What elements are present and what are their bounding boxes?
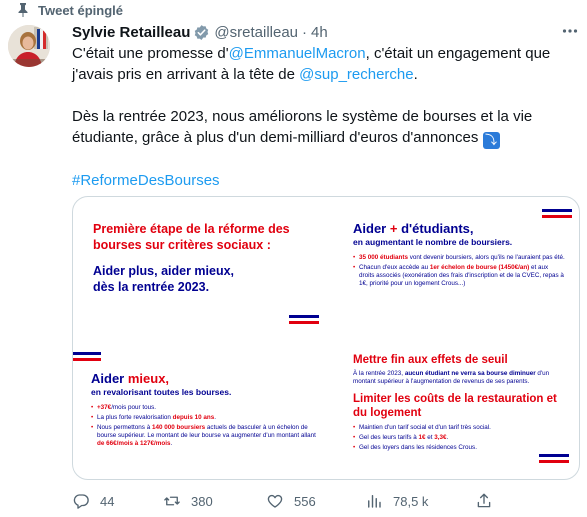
avatar-image — [8, 25, 50, 67]
like-icon — [267, 494, 283, 508]
tweet-text: C'était une promesse d'@EmmanuelMacron, … — [72, 43, 578, 191]
panel3-title-highlight: mieux, — [127, 371, 170, 386]
panel3-b3-text: . — [170, 440, 173, 447]
panel2-b1-highlight: 35 000 étudiants — [359, 254, 408, 261]
mention-link[interactable]: @sup_recherche — [299, 66, 413, 83]
tweet-text-segment: . — [413, 66, 418, 83]
retweet-button[interactable]: 380 — [163, 490, 213, 512]
flag-decoration — [539, 454, 569, 463]
tweet-paragraph-1: C'était une promesse d'@EmmanuelMacron, … — [72, 43, 578, 85]
panel4-body1: À la rentrée 2023, aucun étudiant ne ver… — [353, 370, 569, 386]
panel3-title-part: Aider — [91, 371, 125, 386]
list-item: Nous permettons à 140 000 boursiers actu… — [91, 424, 317, 448]
panel-more-students: Aider + d'étudiants, en augmentant le no… — [353, 221, 565, 290]
tweet-text-segment: C'était une promesse d' — [72, 45, 229, 62]
reply-icon — [73, 494, 89, 509]
panel3-b3-text: Nous permettons à — [97, 424, 152, 431]
panel2-title-plus: + — [389, 221, 398, 236]
retweet-count: 380 — [191, 493, 213, 509]
tweet-text-segment: Dès la rentrée 2023, nous améliorons le … — [72, 108, 533, 146]
share-button[interactable] — [475, 490, 503, 512]
panel3-b1-text: /mois pour tous. — [111, 404, 156, 411]
list-item: Gel des loyers dans les résidences Crous… — [353, 444, 569, 452]
panel3-b2-text: . — [214, 414, 217, 421]
panel-reform-intro: Première étape de la réforme des bourses… — [93, 221, 323, 295]
panel4-list: Maintien d'un tarif social et d'un tarif… — [353, 424, 569, 452]
tweet-time[interactable]: 4h — [311, 24, 328, 41]
share-icon — [477, 493, 491, 508]
panel-thresholds: Mettre fin aux effets de seuil À la rent… — [353, 353, 569, 454]
panel2-title-part: d'étudiants, — [401, 221, 474, 236]
list-item: +37€/mois pour tous. — [91, 404, 317, 412]
like-count: 556 — [294, 493, 316, 509]
list-item: 35 000 étudiants vont devenir boursiers,… — [353, 254, 565, 262]
pin-icon — [18, 3, 28, 17]
panel4-b2-text: Gel des leurs tarifs à — [359, 434, 419, 441]
panel3-b2-text: La plus forte revalorisation — [97, 414, 173, 421]
panel2-b1-text: vont devenir boursiers, alors qu'ils ne … — [408, 254, 565, 261]
retweet-icon — [164, 496, 180, 506]
panel3-b2-highlight: depuis 10 ans — [172, 414, 215, 421]
panel3-b1-highlight: +37€ — [97, 404, 112, 411]
panel3-subtitle: en revalorisant toutes les bourses. — [91, 387, 232, 397]
list-item: Maintien d'un tarif social et d'un tarif… — [353, 424, 569, 432]
views-button[interactable]: 78,5 k — [365, 490, 428, 512]
list-item: La plus forte revalorisation depuis 10 a… — [91, 414, 317, 422]
panel-help-better: Aider mieux, en revalorisant toutes les … — [91, 371, 317, 450]
panel4-body1-bold: aucun étudiant ne verra sa bourse diminu… — [404, 370, 536, 377]
tweet-paragraph-3: #ReformeDesBourses — [72, 170, 578, 191]
reply-button[interactable]: 44 — [72, 490, 114, 512]
panel3-title: Aider mieux, — [91, 371, 317, 387]
views-icon — [368, 495, 381, 508]
more-dots — [562, 29, 578, 33]
panel1-title: Première étape de la réforme des bourses… — [93, 222, 290, 252]
list-item: Gel des leurs tarifs à 1€ et 3,3€. — [353, 434, 569, 442]
mention-link[interactable]: @EmmanuelMacron — [229, 45, 366, 62]
panel4-b2-highlight: 3,3€ — [434, 434, 447, 441]
panel2-list: 35 000 étudiants vont devenir boursiers,… — [353, 254, 565, 288]
tweet-header: Sylvie Retailleau @sretailleau · 4h — [72, 22, 577, 42]
avatar[interactable] — [8, 25, 50, 67]
views-count: 78,5 k — [393, 493, 429, 509]
flag-decoration — [289, 315, 319, 324]
panel4-b2-text: . — [446, 434, 449, 441]
panel4-b1-text: Maintien d'un tarif social et d'un tarif… — [359, 424, 491, 431]
panel3-b3-highlight: 140 000 boursiers — [151, 424, 206, 431]
panel4-body1-text: À la rentrée 2023, — [353, 370, 405, 377]
action-bar: 44 380 556 78,5 k — [72, 490, 578, 512]
panel2-title-part: Aider — [353, 221, 387, 236]
tweet-image[interactable]: Première étape de la réforme des bourses… — [72, 196, 580, 480]
panel4-b2-text: et — [425, 434, 435, 441]
more-icon[interactable] — [557, 20, 583, 42]
panel4-b2-highlight: 1€ — [418, 434, 426, 441]
panel2-title: Aider + d'étudiants, — [353, 221, 565, 237]
author-name[interactable]: Sylvie Retailleau — [72, 24, 190, 41]
list-item: Chacun d'eux accède au 1er échelon de bo… — [353, 264, 565, 288]
verified-icon — [195, 24, 209, 40]
panel3-b3-highlight: de 66€/mois à 127€/mois — [97, 440, 171, 447]
pinned-label: Tweet épinglé — [38, 2, 123, 18]
separator-dot: · — [302, 23, 308, 41]
panel2-b2-highlight: 1er échelon de bourse (1450€/an) — [429, 264, 530, 271]
panel2-b2-text: Chacun d'eux accède au — [359, 264, 430, 271]
panel3-list: +37€/mois pour tous. La plus forte reval… — [91, 404, 317, 448]
panel1-subtitle: Aider plus, aider mieux, dès la rentrée … — [93, 264, 235, 294]
tweet-paragraph-2: Dès la rentrée 2023, nous améliorons le … — [72, 106, 578, 149]
author-handle[interactable]: @sretailleau — [214, 24, 298, 41]
panel4-b3-text: Gel des loyers dans les résidences Crous… — [359, 444, 477, 451]
hashtag-link[interactable]: #ReformeDesBourses — [72, 172, 220, 189]
like-button[interactable]: 556 — [266, 490, 316, 512]
panel4-title1: Mettre fin aux effets de seuil — [353, 354, 508, 366]
flag-decoration — [542, 209, 572, 218]
panel4-title2: Limiter les coûts de la restauration et … — [353, 393, 557, 419]
flag-decoration — [73, 352, 101, 361]
arrow-down-emoji-icon: ⤵ — [482, 132, 500, 149]
panel2-subtitle: en augmentant le nombre de boursiers. — [353, 237, 513, 247]
reply-count: 44 — [100, 493, 115, 509]
pinned-label-row: Tweet épinglé — [18, 1, 123, 19]
